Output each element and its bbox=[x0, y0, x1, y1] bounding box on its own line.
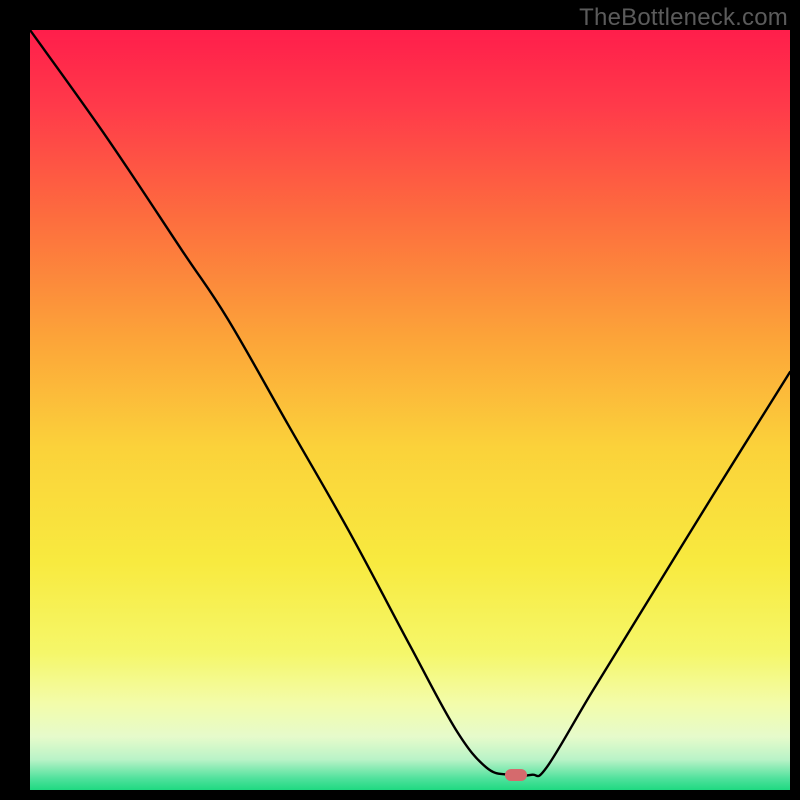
optimum-marker bbox=[505, 769, 527, 781]
bottleneck-curve bbox=[30, 30, 790, 790]
chart-frame: TheBottleneck.com bbox=[0, 0, 800, 800]
plot-area bbox=[30, 30, 790, 790]
watermark-text: TheBottleneck.com bbox=[579, 4, 788, 32]
